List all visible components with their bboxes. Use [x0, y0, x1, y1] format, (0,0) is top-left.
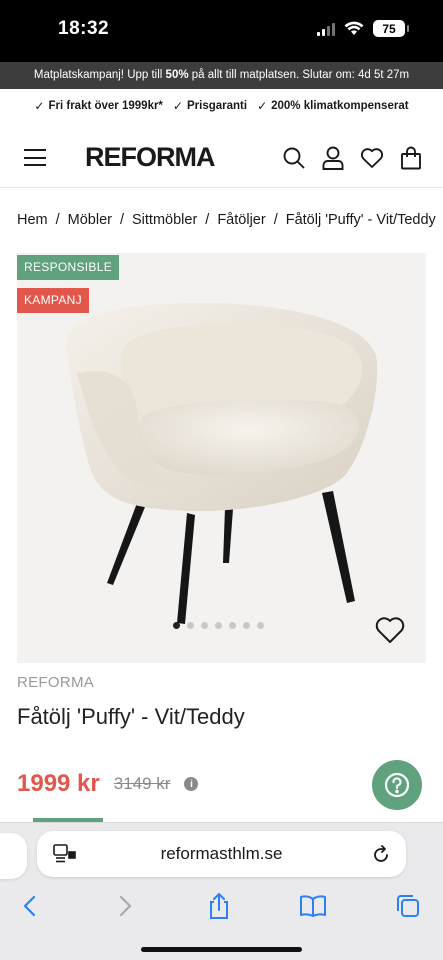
- check-icon: ✓: [172, 99, 183, 113]
- promo-text-bold: 50%: [165, 69, 189, 81]
- original-price: 3149 kr: [113, 774, 171, 793]
- sale-price: 1999 kr: [17, 770, 100, 797]
- breadcrumb-link[interactable]: Möbler: [68, 212, 112, 228]
- breadcrumb-link[interactable]: Fåtöljer: [217, 212, 265, 228]
- info-icon[interactable]: i: [184, 777, 199, 791]
- status-time: 18:32: [58, 18, 110, 39]
- usp-label: Prisgaranti: [186, 100, 248, 112]
- status-icons: 75: [317, 20, 409, 37]
- back-arrow-icon[interactable]: [15, 891, 45, 921]
- share-icon[interactable]: [204, 891, 234, 921]
- search-icon[interactable]: [282, 145, 306, 171]
- tabs-icon[interactable]: [393, 891, 423, 921]
- product-image-gallery[interactable]: RESPONSIBLE KAMPANJ: [17, 253, 426, 663]
- usp-item: ✓ 200% klimatkompenserat: [257, 99, 409, 113]
- cart-icon[interactable]: [399, 145, 423, 171]
- header-actions: [282, 145, 423, 171]
- bookmarks-icon[interactable]: [298, 891, 328, 921]
- pagination-dot[interactable]: [215, 622, 222, 629]
- pagination-dot[interactable]: [257, 622, 264, 629]
- address-bar[interactable]: reformasthlm.se: [37, 831, 406, 877]
- site-logo[interactable]: REFORMA: [85, 142, 215, 173]
- forward-arrow-icon[interactable]: [110, 891, 140, 921]
- status-bar: 18:32 75: [0, 0, 443, 62]
- reload-icon[interactable]: [372, 844, 390, 864]
- browser-toolbar: [0, 885, 443, 925]
- hamburger-menu-icon[interactable]: [24, 149, 46, 166]
- battery-icon: 75: [373, 20, 409, 37]
- site-header: REFORMA: [0, 128, 443, 188]
- usp-item: ✓ Fri frakt över 1999kr*: [34, 99, 163, 113]
- image-pagination: [173, 622, 264, 629]
- pagination-dot[interactable]: [173, 622, 180, 629]
- question-icon: [384, 772, 410, 798]
- wifi-icon: [344, 21, 364, 35]
- check-icon: ✓: [257, 99, 268, 113]
- armchair-image: [65, 302, 378, 624]
- product-title: Fåtölj 'Puffy' - Vit/Teddy: [17, 704, 245, 729]
- usp-item: ✓ Prisgaranti: [173, 99, 247, 113]
- breadcrumb-link[interactable]: Hem: [17, 212, 48, 228]
- product-brand[interactable]: REFORMA: [17, 674, 94, 691]
- pagination-dot[interactable]: [229, 622, 236, 629]
- price-row: 1999 kr 3149 kr i: [17, 770, 199, 798]
- account-icon[interactable]: [321, 145, 345, 171]
- breadcrumb-link[interactable]: Sittmöbler: [132, 212, 197, 228]
- home-indicator: [141, 947, 302, 952]
- previous-tab-preview[interactable]: [0, 833, 27, 879]
- usp-row: ✓ Fri frakt över 1999kr* ✓ Prisgaranti ✓…: [0, 94, 443, 118]
- usp-label: 200% klimatkompenserat: [271, 100, 409, 112]
- pagination-dot[interactable]: [201, 622, 208, 629]
- check-icon: ✓: [34, 99, 45, 113]
- pagination-dot[interactable]: [187, 622, 194, 629]
- promo-banner[interactable]: Matplatskampanj! Upp till 50% på allt ti…: [0, 62, 443, 89]
- pagination-dot[interactable]: [243, 622, 250, 629]
- url-text: reformasthlm.se: [160, 844, 283, 863]
- breadcrumb: Hem / Möbler / Sittmöbler / Fåtöljer / Fåtölj 'P…: [17, 212, 436, 228]
- cellular-signal-icon: [317, 22, 335, 36]
- usp-label: Fri frakt över 1999kr*: [48, 100, 163, 112]
- breadcrumb-current: Fåtölj 'Puffy' - Vit/Teddy: [285, 212, 436, 228]
- help-chat-button[interactable]: [372, 760, 422, 810]
- responsible-badge: RESPONSIBLE: [17, 255, 119, 280]
- promo-text-end: på allt till matplatsen. Slutar om: 4d 5…: [188, 69, 410, 81]
- promo-text-start: Matplatskampanj! Upp till: [33, 69, 166, 81]
- browser-bottom-bar: reformasthlm.se: [0, 822, 443, 960]
- favorite-heart-icon[interactable]: [374, 615, 406, 645]
- wishlist-icon[interactable]: [360, 145, 384, 171]
